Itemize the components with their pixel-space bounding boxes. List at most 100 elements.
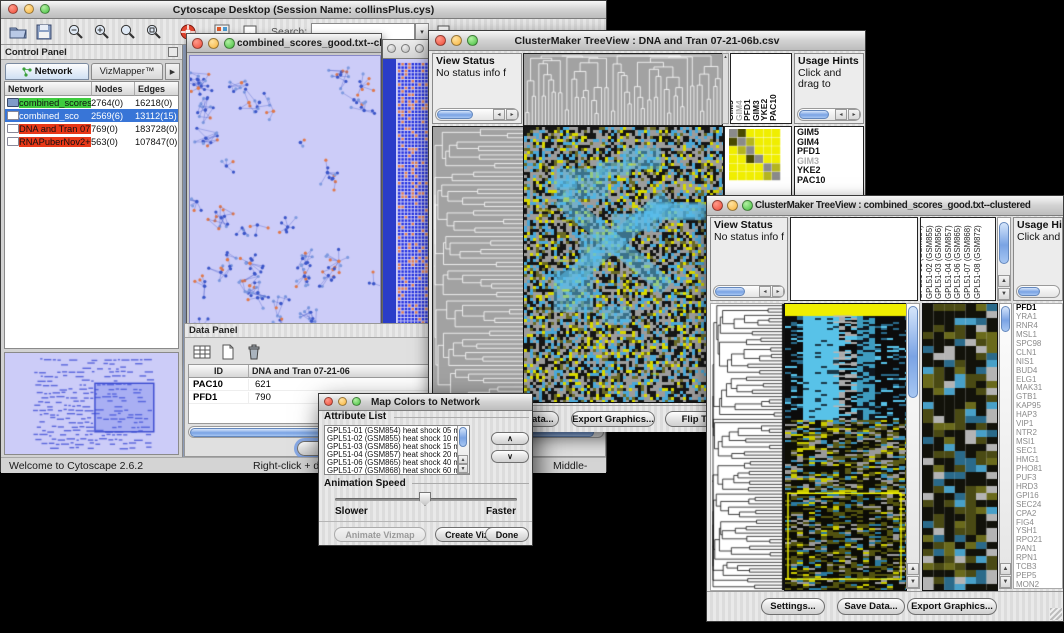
zoom-in-icon[interactable]: [91, 22, 113, 42]
tv1-hints-hscroll[interactable]: ◂ ▸: [797, 108, 861, 121]
tv2-column-label[interactable]: GPL51-04 (GSM857): [944, 225, 953, 299]
tv2-gene-label[interactable]: SEC24: [1016, 501, 1062, 510]
scroll-thumb[interactable]: [1001, 306, 1010, 332]
tv2-gene-label[interactable]: NTR2: [1016, 429, 1062, 438]
network-table-row[interactable]: RNAPuberNov2+563(0)107847(0): [5, 135, 178, 148]
tab-vizmapper[interactable]: VizMapper™: [91, 63, 163, 80]
zoom-out-icon[interactable]: [65, 22, 87, 42]
animation-slider-thumb[interactable]: [419, 492, 431, 506]
tv1-column-label[interactable]: PAC10: [768, 94, 778, 121]
tab-overflow-button[interactable]: ▶: [165, 63, 180, 80]
tv2-gene-label[interactable]: NIS1: [1016, 358, 1062, 367]
minimize-button[interactable]: [727, 200, 738, 211]
scroll-thumb[interactable]: [799, 110, 829, 119]
col-nodes[interactable]: Nodes: [92, 82, 135, 96]
tv2-row-dendrogram[interactable]: [710, 303, 785, 591]
tv2-gene-label[interactable]: GPI16: [1016, 492, 1062, 501]
scroll-thumb[interactable]: [999, 222, 1009, 264]
resize-grip[interactable]: [1050, 608, 1062, 620]
tv2-zoom-vscroll[interactable]: ▲ ▼: [999, 303, 1012, 589]
network-overview[interactable]: [4, 352, 179, 455]
done-button[interactable]: Done: [485, 527, 529, 542]
network-canvas[interactable]: [189, 55, 381, 362]
tv2-column-dendrogram-area[interactable]: [790, 217, 918, 301]
overview-canvas[interactable]: [5, 353, 178, 454]
scroll-down-arrow[interactable]: ▼: [998, 288, 1010, 300]
tv2-gene-label[interactable]: PHO81: [1016, 465, 1062, 474]
tv2-gene-label[interactable]: VIP1: [1016, 420, 1062, 429]
tv1-gene-label[interactable]: GIM3: [797, 157, 863, 167]
tv2-gene-label[interactable]: MON2: [1016, 581, 1062, 590]
export-graphics-button[interactable]: Export Graphics...: [571, 411, 655, 427]
tv1-gene-label[interactable]: YKE2: [797, 166, 863, 176]
scroll-thumb[interactable]: [459, 427, 467, 447]
move-up-button[interactable]: ∧: [491, 432, 529, 445]
tv2-gene-label[interactable]: PEP5: [1016, 572, 1062, 581]
network-table-row[interactable]: combined_scores2764(0)16218(0): [5, 96, 178, 109]
tv2-gene-label[interactable]: YRA1: [1016, 313, 1062, 322]
move-down-button[interactable]: ∨: [491, 450, 529, 463]
settings-button[interactable]: Settings...: [761, 598, 825, 615]
tv2-gene-label[interactable]: ELG1: [1016, 376, 1062, 385]
tv2-gene-label[interactable]: TCB3: [1016, 563, 1062, 572]
zoom-fit-icon[interactable]: [143, 22, 165, 42]
tv2-gene-label[interactable]: CLN1: [1016, 349, 1062, 358]
search-dropdown-arrow[interactable]: ▾: [415, 23, 429, 40]
close-button[interactable]: [712, 200, 723, 211]
tv1-heatmap[interactable]: [523, 126, 724, 403]
tv2-labels-vscroll[interactable]: ▲ ▼: [997, 217, 1011, 301]
main-titlebar[interactable]: Cytoscape Desktop (Session Name: collins…: [1, 1, 606, 19]
float-panel-icon[interactable]: [168, 47, 178, 57]
col-edges[interactable]: Edges: [135, 82, 178, 96]
network-table-row[interactable]: DNA and Tran 07769(0)183728(0): [5, 122, 178, 135]
tv2-gene-label[interactable]: HRD3: [1016, 483, 1062, 492]
treeview2-titlebar[interactable]: ClusterMaker TreeView : combined_scores_…: [707, 196, 1063, 216]
network-grid-canvas[interactable]: [396, 59, 432, 364]
tv2-gene-label[interactable]: RPO21: [1016, 536, 1062, 545]
scroll-thumb[interactable]: [715, 287, 745, 296]
tv2-column-label[interactable]: GPL51-03 (GSM856): [934, 225, 943, 299]
tv2-gene-label[interactable]: MAK31: [1016, 384, 1062, 393]
scroll-thumb[interactable]: [1018, 287, 1040, 296]
open-folder-icon[interactable]: [7, 22, 29, 42]
tv1-gene-label[interactable]: GIM4: [797, 138, 863, 148]
tv2-gene-label[interactable]: MSL1: [1016, 331, 1062, 340]
tv2-column-label[interactable]: GPL51-06 (GSM865): [953, 225, 962, 299]
scroll-thumb[interactable]: [908, 306, 918, 398]
tv1-column-dendrogram[interactable]: [523, 53, 723, 126]
zoom-button[interactable]: [415, 44, 424, 53]
scroll-up-arrow[interactable]: ▲: [1000, 563, 1011, 575]
network-view-2-titlebar[interactable]: [383, 40, 432, 59]
dialog-titlebar[interactable]: Map Colors to Network: [319, 394, 532, 411]
close-button[interactable]: [387, 44, 396, 53]
tv2-gene-label[interactable]: BUD4: [1016, 367, 1062, 376]
tv2-gene-label[interactable]: FIG4: [1016, 519, 1062, 528]
tv2-heatmap-vscroll[interactable]: ▲ ▼: [906, 303, 920, 589]
scroll-left-arrow[interactable]: ◂: [835, 109, 847, 120]
scroll-up-arrow[interactable]: ▲: [907, 563, 919, 575]
minimize-button[interactable]: [208, 38, 219, 49]
export-graphics-button[interactable]: Export Graphics...: [907, 598, 997, 615]
tv1-gene-label[interactable]: PFD1: [797, 147, 863, 157]
tv2-column-label[interactable]: GPL51-02 (GSM855): [925, 225, 934, 299]
tv2-gene-label[interactable]: PAN1: [1016, 545, 1062, 554]
scroll-down-arrow[interactable]: ▼: [1000, 576, 1011, 588]
tv2-gene-label[interactable]: GTB1: [1016, 393, 1062, 402]
scroll-left-arrow[interactable]: ◂: [759, 286, 771, 297]
tv2-status-hscroll[interactable]: ◂ ▸: [713, 285, 785, 298]
tv1-mini-scroll[interactable]: ▴: [722, 53, 729, 124]
tv2-gene-label[interactable]: RNR4: [1016, 322, 1062, 331]
network-view-titlebar[interactable]: combined_scores_good.txt--cluste...: [187, 34, 381, 53]
tv2-gene-label[interactable]: HMG1: [1016, 456, 1062, 465]
treeview1-titlebar[interactable]: ClusterMaker TreeView : DNA and Tran 07-…: [429, 31, 865, 51]
tv2-column-label[interactable]: GPL51-08 (GSM872): [973, 225, 982, 299]
tv1-gene-label[interactable]: PAC10: [797, 176, 863, 186]
save-data-button[interactable]: Save Data...: [837, 598, 905, 615]
tv2-column-label[interactable]: GPL51-01 (GSM854): [920, 225, 924, 299]
tv2-gene-label[interactable]: YSH1: [1016, 527, 1062, 536]
col-id[interactable]: ID: [189, 365, 249, 378]
attribute-listbox[interactable]: GPL51-01 (GSM854) heat shock 05 minGPL51…: [324, 425, 470, 475]
scroll-down-arrow[interactable]: ▼: [907, 576, 919, 588]
tv2-zoom-heatmap[interactable]: [922, 303, 998, 591]
tv2-gene-label[interactable]: HAP3: [1016, 411, 1062, 420]
